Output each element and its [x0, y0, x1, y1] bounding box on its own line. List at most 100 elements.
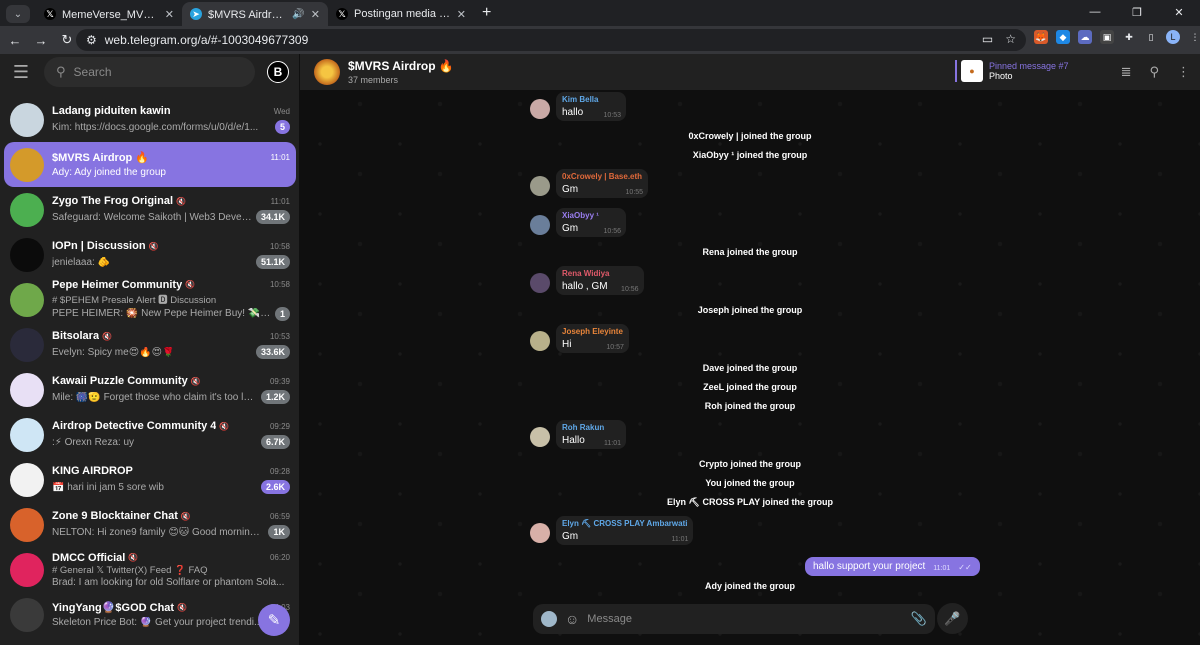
reload-icon[interactable]: ↻ [56, 32, 78, 48]
chat-list-item[interactable]: KING AIRDROP 09:28 📅 hari ini jam 5 sore w… [4, 457, 296, 502]
message-bubble[interactable]: Joseph Eleyinte Hi 10:57 [556, 324, 629, 353]
sender-name[interactable]: Elyn ⛏ CROSS PLAY Ambarwati [562, 519, 687, 528]
incoming-message[interactable]: XiaObyy ¹ Gm 10:56 [530, 208, 626, 237]
sidebar-panel-icon[interactable]: ▯ [1144, 30, 1158, 44]
message-bubble[interactable]: Kim Bella hallo 10:53 [556, 92, 626, 121]
browser-tab[interactable]: 𝕏 Postingan media oleh Cici (@ci... ✕ [328, 2, 474, 26]
message-bubble[interactable]: Roh Rakun Hallo 11:01 [556, 420, 626, 449]
back-icon[interactable]: ← [4, 33, 26, 48]
incoming-message[interactable]: Elyn ⛏ CROSS PLAY Ambarwati Gm 11:01 [530, 516, 694, 545]
forward-icon[interactable]: → [30, 33, 52, 48]
browser-tab-active[interactable]: ➤ $MVRS Airdrop 🔥 🔊 ✕ [182, 2, 328, 26]
chat-list-item[interactable]: YingYang🔮$GOD Chat🔇04:03Skeleton Price B… [4, 592, 296, 637]
emoji-icon[interactable]: ☺ [565, 611, 579, 627]
chat-last-message: Safeguard: Welcome Saikoth | Web3 Develo… [52, 211, 252, 223]
chat-list-item[interactable]: Bitsolara 🔇 10:53 Evelyn: Spicy me😍🔥😍🌹 33.6K [4, 322, 296, 367]
chat-name: Zone 9 Blocktainer Chat [52, 510, 178, 522]
chat-avatar [10, 192, 44, 227]
muted-icon: 🔇 [185, 280, 196, 289]
minimize-icon[interactable]: — [1074, 0, 1116, 24]
chat-last-message: :⚡ Orexn Reza: uy [52, 436, 135, 448]
sender-avatar[interactable] [530, 523, 550, 543]
sender-name[interactable]: XiaObyy ¹ [562, 211, 620, 220]
incoming-message[interactable]: Roh Rakun Hallo 11:01 [530, 420, 626, 449]
sender-name[interactable]: Joseph Eleyinte [562, 327, 623, 336]
sender-avatar[interactable] [530, 99, 550, 119]
window-close-icon[interactable]: ✕ [1158, 0, 1200, 24]
unread-badge: 33.6K [255, 345, 290, 359]
address-bar[interactable]: ⚙ web.telegram.org/a/#-1003049677309 ▭ ☆ [76, 29, 1026, 51]
send-as-avatar[interactable] [541, 611, 557, 627]
incoming-message[interactable]: Kim Bella hallo 10:53 [530, 92, 626, 121]
compose-pencil-icon[interactable]: ✎ [258, 604, 290, 636]
chat-list-item[interactable]: Airdrop Detective Community 4 🔇 09:29:⚡ Or… [4, 412, 296, 457]
message-bubble[interactable]: 0xCrowely | Base.eth Gm 10:55 [556, 169, 649, 198]
bookmark-star-icon[interactable]: ☆ [1005, 32, 1016, 46]
chat-list-item[interactable]: $MVRS Airdrop 🔥 11:01 Ady: Ady joined the … [4, 142, 296, 187]
extension-square-icon[interactable]: ▣ [1100, 30, 1114, 44]
chat-name: Bitsolara [52, 330, 100, 342]
search-icon[interactable]: ⚲ [1149, 64, 1159, 80]
bitcoin-icon[interactable]: B [267, 61, 289, 83]
extension-diamond-icon[interactable]: ◆ [1056, 30, 1070, 44]
muted-icon: 🔇 [102, 331, 113, 341]
site-info-icon[interactable]: ⚙ [86, 33, 97, 47]
close-icon[interactable]: ✕ [165, 8, 174, 21]
incoming-message[interactable]: Rena Widiya hallo , GM 10:56 [530, 266, 644, 295]
sender-avatar[interactable] [530, 331, 550, 351]
browser-tab[interactable]: 𝕏 MemeVerse_MVRS di X: "🤩 Ha... ✕ [36, 2, 182, 26]
chat-list-item[interactable]: Ladang piduiten kawin Wed Kim: https://doc… [4, 97, 296, 142]
message-input[interactable] [587, 613, 911, 625]
sender-name[interactable]: 0xCrowely | Base.eth [562, 172, 642, 181]
extension-cloud-icon[interactable]: ☁ [1078, 30, 1092, 44]
sender-name[interactable]: Rena Widiya [562, 269, 638, 278]
incoming-message[interactable]: 0xCrowely | Base.eth Gm 10:55 [530, 169, 649, 198]
message-time: 10:56 [621, 286, 639, 293]
new-tab-button[interactable]: + [482, 4, 491, 22]
pinned-list-icon[interactable]: ≣ [1121, 64, 1132, 80]
message-bubble[interactable]: Elyn ⛏ CROSS PLAY Ambarwati Gm 11:01 [556, 516, 694, 545]
menu-icon[interactable]: ☰ [10, 62, 32, 83]
incoming-message[interactable]: Joseph Eleyinte Hi 10:57 [530, 324, 629, 353]
chat-list-item[interactable]: DMCC Official 🔇 06:20 # General 𝕏 Twitter(X… [4, 547, 296, 592]
extension-fox-icon[interactable]: 🦊 [1034, 30, 1048, 44]
pinned-message[interactable]: ● Pinned message #7 Photo [955, 60, 1069, 82]
chat-time: 11:01 [270, 196, 290, 206]
restore-icon[interactable]: ❐ [1116, 0, 1158, 24]
speaker-icon[interactable]: 🔊 [292, 9, 304, 20]
message-bubble[interactable]: XiaObyy ¹ Gm 10:56 [556, 208, 626, 237]
microphone-icon[interactable]: 🎤 [937, 603, 968, 634]
close-icon[interactable]: ✕ [311, 8, 320, 21]
profile-avatar[interactable]: L [1166, 30, 1180, 44]
message-text: Gm [562, 531, 579, 542]
close-icon[interactable]: ✕ [457, 8, 466, 21]
chat-list-item[interactable]: Zygo The Frog Original 🔇 11:01 Safeguard: W… [4, 187, 296, 232]
sender-avatar[interactable] [530, 273, 550, 293]
sender-name[interactable]: Kim Bella [562, 95, 620, 104]
sender-avatar[interactable] [530, 427, 550, 447]
tab-search-button[interactable]: ⌄ [6, 5, 30, 23]
message-bubble[interactable]: Rena Widiya hallo , GM 10:56 [556, 266, 644, 295]
browser-menu-icon[interactable]: ⋮ [1188, 30, 1200, 44]
more-options-icon[interactable]: ⋮ [1177, 64, 1190, 80]
chat-list-item[interactable]: Zone 9 Blocktainer Chat 🔇 06:59 NELTON: Hi … [4, 502, 296, 547]
muted-icon: 🔇 [219, 421, 230, 431]
chat-list-item[interactable]: IOPn | Discussion 🔇 10:58 jenielaaa: 🫵 51.1K [4, 232, 296, 277]
chat-last-message: 📅 hari ini jam 5 sore wib [52, 481, 164, 493]
chat-list-item[interactable]: Pepe Heimer Community 🔇 10:58 # $PEHEM Pres… [4, 277, 296, 322]
attach-icon[interactable]: 📎 [911, 611, 927, 627]
sender-name[interactable]: Roh Rakun [562, 423, 620, 432]
extensions-puzzle-icon[interactable]: ✚ [1122, 30, 1136, 44]
search-placeholder: Search [73, 65, 112, 79]
chat-topics: # $PEHEM Presale Alert 🅳 Discussion [52, 294, 217, 306]
outgoing-message[interactable]: hallo support your project 11:01 ✓✓ [805, 557, 980, 576]
group-avatar[interactable] [314, 59, 340, 85]
service-message: Ady joined the group [705, 581, 795, 591]
chat-name: DMCC Official [52, 551, 126, 564]
search-input[interactable]: ⚲ Search [44, 57, 255, 87]
sender-avatar[interactable] [530, 215, 550, 235]
sender-avatar[interactable] [530, 176, 550, 196]
chat-header[interactable]: $MVRS Airdrop 🔥 37 members ● Pinned mess… [300, 54, 1200, 90]
cast-icon[interactable]: ▭ [982, 32, 993, 46]
chat-list-item[interactable]: Kawaii Puzzle Community 🔇 09:39 Mile: 🎆🫡 Fo… [4, 367, 296, 412]
